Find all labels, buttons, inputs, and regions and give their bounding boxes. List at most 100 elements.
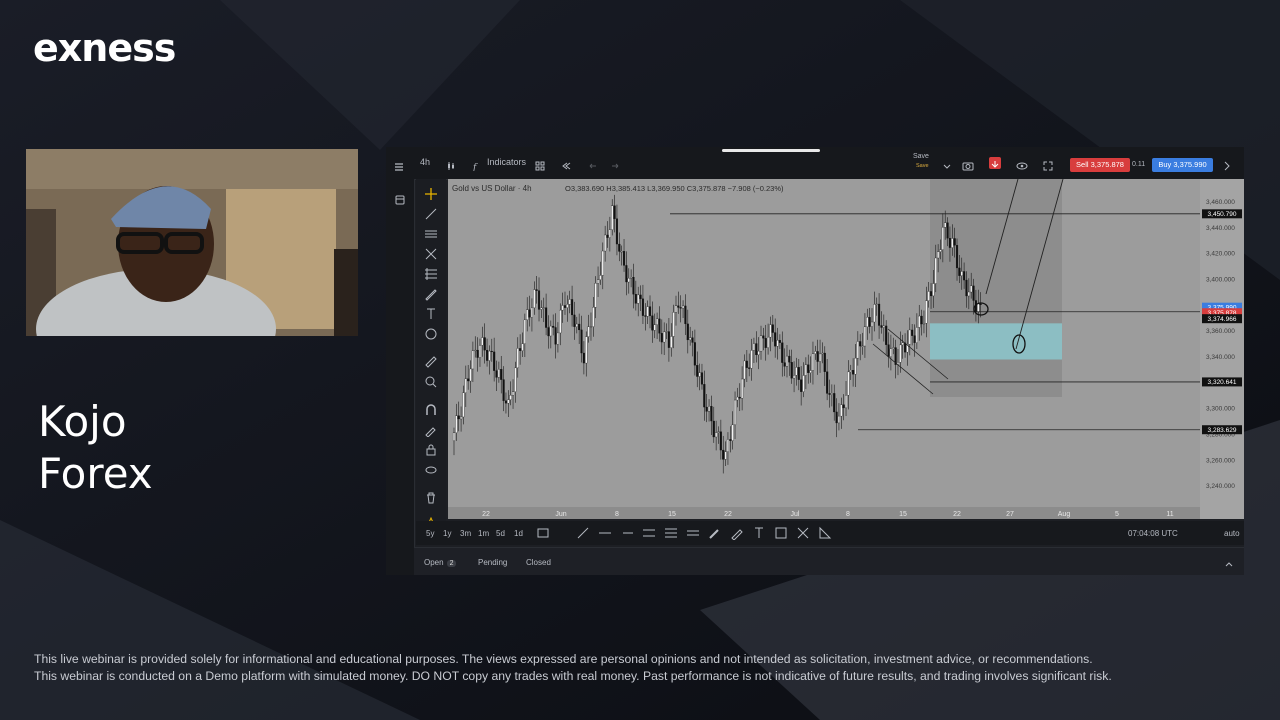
auto-scale-toggle[interactable]: auto	[1224, 529, 1240, 538]
text-tool-icon[interactable]	[424, 307, 438, 321]
candlestick-chart[interactable]: 3,460.0003,440.0003,420.0003,400.0003,38…	[448, 179, 1244, 519]
range-3m[interactable]: 3m	[460, 529, 471, 538]
crosshair-icon[interactable]	[424, 187, 438, 201]
layout-grid-icon[interactable]	[535, 158, 545, 171]
chevron-up-icon[interactable]	[1224, 556, 1238, 570]
fullscreen-icon[interactable]	[1043, 158, 1053, 171]
candle-body	[528, 309, 531, 318]
brush-icon[interactable]	[424, 287, 438, 301]
redo-icon[interactable]	[610, 158, 620, 169]
buy-button[interactable]: Buy 3,375.990	[1152, 158, 1213, 172]
goto-date-icon[interactable]	[536, 526, 550, 540]
candle-body	[519, 348, 522, 351]
candle-body	[920, 315, 923, 325]
candle-body	[542, 307, 545, 309]
replay-icon[interactable]	[562, 158, 572, 170]
range-5y[interactable]: 5y	[426, 529, 434, 538]
x-tick-label: Aug	[1058, 511, 1071, 518]
candle-body	[889, 348, 892, 357]
channel-icon[interactable]	[424, 227, 438, 241]
candle-body	[478, 345, 482, 358]
quick-range-icon[interactable]	[686, 526, 700, 540]
camera-icon[interactable]	[962, 158, 974, 171]
candle-body	[811, 353, 815, 371]
emoji-icon[interactable]	[424, 327, 438, 341]
alert-icon[interactable]	[989, 157, 1001, 169]
quick-trendline-icon[interactable]	[576, 526, 590, 540]
quick-fib-icon[interactable]	[664, 526, 678, 540]
chart-bottom-bar: 5y 1y 3m 1m 5d 1d 07:04:08 UTC auto	[416, 521, 1244, 545]
candle-body	[932, 283, 935, 297]
candle-body	[892, 347, 895, 349]
candle-body	[516, 348, 519, 369]
candle-body	[809, 370, 812, 373]
candle-body	[540, 307, 543, 310]
candle-body	[620, 251, 623, 253]
candle-body	[861, 345, 864, 347]
indicators-icon[interactable]: f	[472, 158, 482, 173]
ruler-icon[interactable]	[424, 355, 438, 369]
quick-brush-icon[interactable]	[708, 526, 722, 540]
save-button[interactable]: Save	[913, 153, 929, 160]
range-1m[interactable]: 1m	[478, 529, 489, 538]
trash-icon[interactable]	[424, 491, 438, 505]
zoom-icon[interactable]	[424, 375, 438, 389]
candle-body	[738, 396, 741, 399]
visibility-icon[interactable]	[424, 463, 438, 477]
chevron-right-icon[interactable]	[1222, 158, 1232, 171]
range-5d[interactable]: 5d	[496, 529, 505, 538]
price-chart[interactable]: 3,460.0003,440.0003,420.0003,400.0003,38…	[448, 179, 1244, 519]
pencil-lock-icon[interactable]	[424, 423, 438, 438]
quick-measure-icon[interactable]	[796, 526, 810, 540]
candle-type-icon[interactable]	[446, 158, 456, 170]
candle-body	[526, 309, 529, 321]
candle-body	[797, 367, 800, 380]
disclaimer: This live webinar is provided solely for…	[34, 651, 1264, 685]
quick-hline-icon[interactable]	[598, 526, 612, 540]
candle-body	[833, 393, 836, 413]
y-tick-label: 3,420.000	[1206, 251, 1235, 258]
lock-icon[interactable]	[424, 443, 438, 457]
candle-body	[868, 317, 871, 327]
quick-rect-icon[interactable]	[774, 526, 788, 540]
quick-pen-icon[interactable]	[730, 526, 744, 541]
quick-angle-icon[interactable]	[818, 526, 832, 540]
instrument-list-icon[interactable]	[394, 193, 408, 207]
pattern-icon[interactable]	[424, 247, 438, 261]
candle-body	[700, 372, 704, 385]
candle-body	[641, 298, 644, 316]
magnet-icon[interactable]	[424, 403, 438, 417]
menu-icon[interactable]	[394, 159, 404, 171]
tab-open[interactable]: Open 2	[424, 558, 457, 567]
timeframe-selector[interactable]: 4h	[420, 157, 430, 167]
candle-body	[521, 343, 524, 351]
range-1d[interactable]: 1d	[514, 529, 523, 538]
sell-button[interactable]: Sell 3,375.878	[1070, 158, 1130, 172]
indicators-button[interactable]: Indicators	[487, 157, 526, 167]
quick-channel-icon[interactable]	[642, 526, 656, 540]
quick-text-icon[interactable]	[752, 526, 766, 540]
x-tick-label: Jul	[791, 511, 800, 518]
candle-body	[911, 329, 914, 336]
trendline-icon[interactable]	[424, 207, 438, 221]
candle-body	[597, 279, 600, 284]
candle-body	[878, 303, 881, 326]
candle-body	[686, 323, 689, 341]
candle-body	[566, 304, 569, 308]
candle-body	[944, 222, 947, 228]
candle-body	[585, 336, 588, 364]
candle-body	[951, 238, 954, 248]
candle-body	[615, 218, 619, 245]
candle-body	[979, 303, 982, 305]
tab-closed[interactable]: Closed	[526, 558, 551, 567]
eye-icon[interactable]	[1016, 158, 1028, 170]
candle-body	[963, 271, 966, 281]
range-1y[interactable]: 1y	[443, 529, 451, 538]
undo-icon[interactable]	[588, 158, 598, 169]
candle-body	[887, 344, 890, 357]
stream-progress	[722, 149, 820, 152]
quick-ray-icon[interactable]	[620, 526, 634, 540]
fib-icon[interactable]	[424, 267, 438, 281]
tab-pending[interactable]: Pending	[478, 558, 507, 567]
chevron-down-icon[interactable]	[942, 158, 952, 169]
